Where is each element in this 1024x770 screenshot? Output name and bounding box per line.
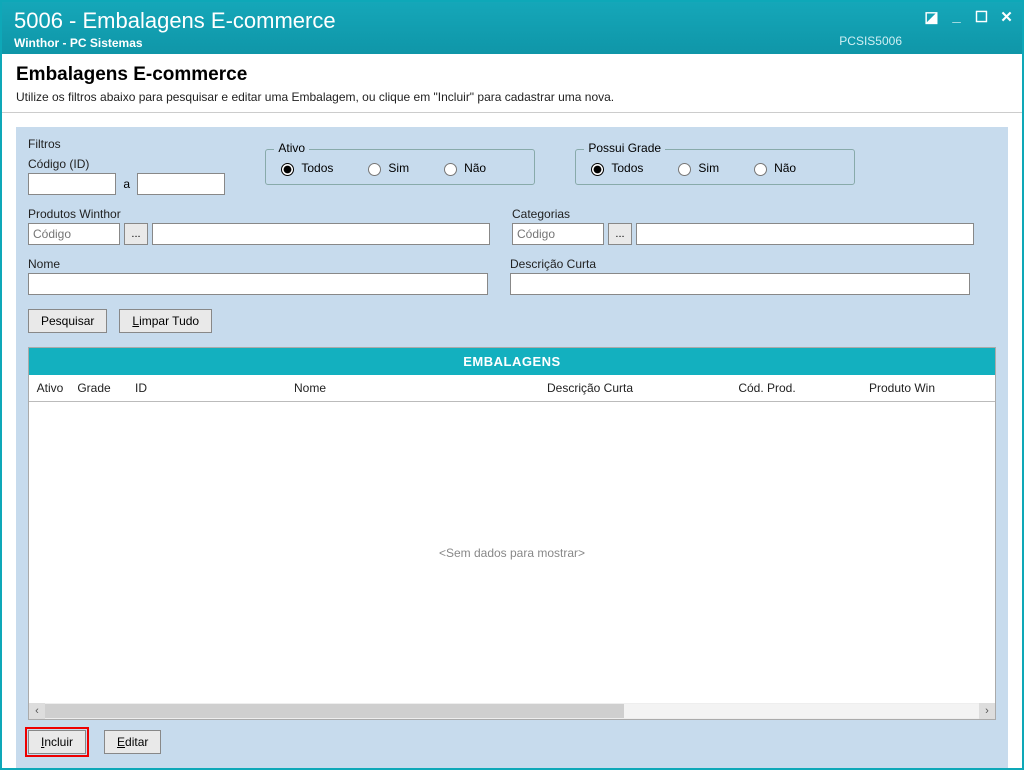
scroll-thumb[interactable] bbox=[45, 704, 624, 718]
ativo-nao[interactable]: Não bbox=[439, 160, 486, 176]
categorias-desc-input[interactable] bbox=[636, 223, 974, 245]
grid-body: <Sem dados para mostrar> bbox=[29, 402, 995, 703]
scroll-right-icon[interactable]: › bbox=[979, 703, 995, 719]
categorias-code-input[interactable] bbox=[512, 223, 604, 245]
title-bar: 5006 - Embalagens E-commerce Winthor - P… bbox=[2, 2, 1022, 54]
col-id[interactable]: ID bbox=[117, 375, 165, 401]
limpar-label: impar Tudo bbox=[139, 314, 199, 328]
action-row: Incluir Editar bbox=[28, 730, 996, 754]
categorias-label: Categorias bbox=[512, 207, 974, 221]
col-grade[interactable]: Grade bbox=[71, 375, 117, 401]
descricao-label: Descrição Curta bbox=[510, 257, 970, 271]
pesquisar-button[interactable]: Pesquisar bbox=[28, 309, 107, 333]
nome-group: Nome bbox=[28, 257, 488, 295]
page-title: Embalagens E-commerce bbox=[16, 64, 1008, 86]
window-title: 5006 - Embalagens E-commerce bbox=[14, 8, 1012, 34]
filters-box: Filtros Código (ID) a Ativo Todos Sim N bbox=[28, 137, 996, 333]
grade-sim[interactable]: Sim bbox=[673, 160, 719, 176]
ativo-sim-label: Sim bbox=[388, 161, 409, 175]
produtos-desc-input[interactable] bbox=[152, 223, 490, 245]
produtos-lookup-button[interactable]: ... bbox=[124, 223, 148, 245]
filters-row-3: Nome Descrição Curta bbox=[28, 257, 996, 295]
page-header: Embalagens E-commerce Utilize os filtros… bbox=[2, 54, 1022, 113]
popout-icon[interactable]: ◪ bbox=[924, 8, 939, 26]
descricao-group: Descrição Curta bbox=[510, 257, 970, 295]
ativo-fieldset: Ativo Todos Sim Não bbox=[265, 149, 535, 185]
scroll-track[interactable] bbox=[45, 704, 979, 718]
app-window: 5006 - Embalagens E-commerce Winthor - P… bbox=[0, 0, 1024, 770]
descricao-input[interactable] bbox=[510, 273, 970, 295]
codigo-sep: a bbox=[123, 177, 130, 191]
grid-header: Ativo Grade ID Nome Descrição Curta Cód.… bbox=[29, 375, 995, 402]
grade-todos-label: Todos bbox=[611, 161, 643, 175]
ativo-legend: Ativo bbox=[274, 141, 309, 155]
col-prod[interactable]: Produto Win bbox=[809, 375, 995, 401]
grade-sim-label: Sim bbox=[698, 161, 719, 175]
ativo-nao-label: Não bbox=[464, 161, 486, 175]
scroll-left-icon[interactable]: ‹ bbox=[29, 703, 45, 719]
incluir-label: ncluir bbox=[44, 735, 73, 749]
filters-row-1: Código (ID) a Ativo Todos Sim Não bbox=[28, 157, 996, 195]
limpar-button[interactable]: Limpar Tudo bbox=[119, 309, 212, 333]
col-nome[interactable]: Nome bbox=[165, 375, 455, 401]
categorias-lookup-button[interactable]: ... bbox=[608, 223, 632, 245]
grade-nao[interactable]: Não bbox=[749, 160, 796, 176]
filters-row-2: Produtos Winthor ... Categorias ... bbox=[28, 207, 996, 245]
editar-button[interactable]: Editar bbox=[104, 730, 161, 754]
col-desc[interactable]: Descrição Curta bbox=[455, 375, 725, 401]
grade-todos[interactable]: Todos bbox=[586, 160, 643, 176]
col-ativo[interactable]: Ativo bbox=[29, 375, 71, 401]
ativo-todos-label: Todos bbox=[301, 161, 333, 175]
module-code: PCSIS5006 bbox=[839, 34, 902, 48]
incluir-button[interactable]: Incluir bbox=[28, 730, 86, 754]
grid-hscroll[interactable]: ‹ › bbox=[29, 703, 995, 719]
grade-fieldset: Possui Grade Todos Sim Não bbox=[575, 149, 855, 185]
window-buttons: ◪ _ ☐ ✕ bbox=[924, 8, 1014, 26]
nome-input[interactable] bbox=[28, 273, 488, 295]
no-data-label: <Sem dados para mostrar> bbox=[439, 546, 585, 560]
close-icon[interactable]: ✕ bbox=[999, 8, 1014, 26]
codigo-to-input[interactable] bbox=[137, 173, 225, 195]
codigo-group: Código (ID) a bbox=[28, 157, 225, 195]
page-instruction: Utilize os filtros abaixo para pesquisar… bbox=[16, 90, 1008, 104]
body-area: Filtros Código (ID) a Ativo Todos Sim N bbox=[16, 127, 1008, 768]
nome-label: Nome bbox=[28, 257, 488, 271]
content-area: Embalagens E-commerce Utilize os filtros… bbox=[2, 54, 1022, 768]
filter-buttons: Pesquisar Limpar Tudo bbox=[28, 309, 996, 333]
produtos-group: Produtos Winthor ... bbox=[28, 207, 490, 245]
grade-nao-label: Não bbox=[774, 161, 796, 175]
ativo-sim[interactable]: Sim bbox=[363, 160, 409, 176]
col-cod[interactable]: Cód. Prod. bbox=[725, 375, 809, 401]
maximize-icon[interactable]: ☐ bbox=[974, 8, 989, 26]
codigo-from-input[interactable] bbox=[28, 173, 116, 195]
pesquisar-label: Pesquisar bbox=[41, 314, 94, 328]
produtos-label: Produtos Winthor bbox=[28, 207, 490, 221]
results-grid: EMBALAGENS Ativo Grade ID Nome Descrição… bbox=[28, 347, 996, 720]
minimize-icon[interactable]: _ bbox=[949, 8, 964, 26]
categorias-group: Categorias ... bbox=[512, 207, 974, 245]
produtos-code-input[interactable] bbox=[28, 223, 120, 245]
editar-label: ditar bbox=[125, 735, 148, 749]
ativo-todos[interactable]: Todos bbox=[276, 160, 333, 176]
grid-title: EMBALAGENS bbox=[29, 348, 995, 375]
grade-legend: Possui Grade bbox=[584, 141, 665, 155]
codigo-label: Código (ID) bbox=[28, 157, 225, 171]
